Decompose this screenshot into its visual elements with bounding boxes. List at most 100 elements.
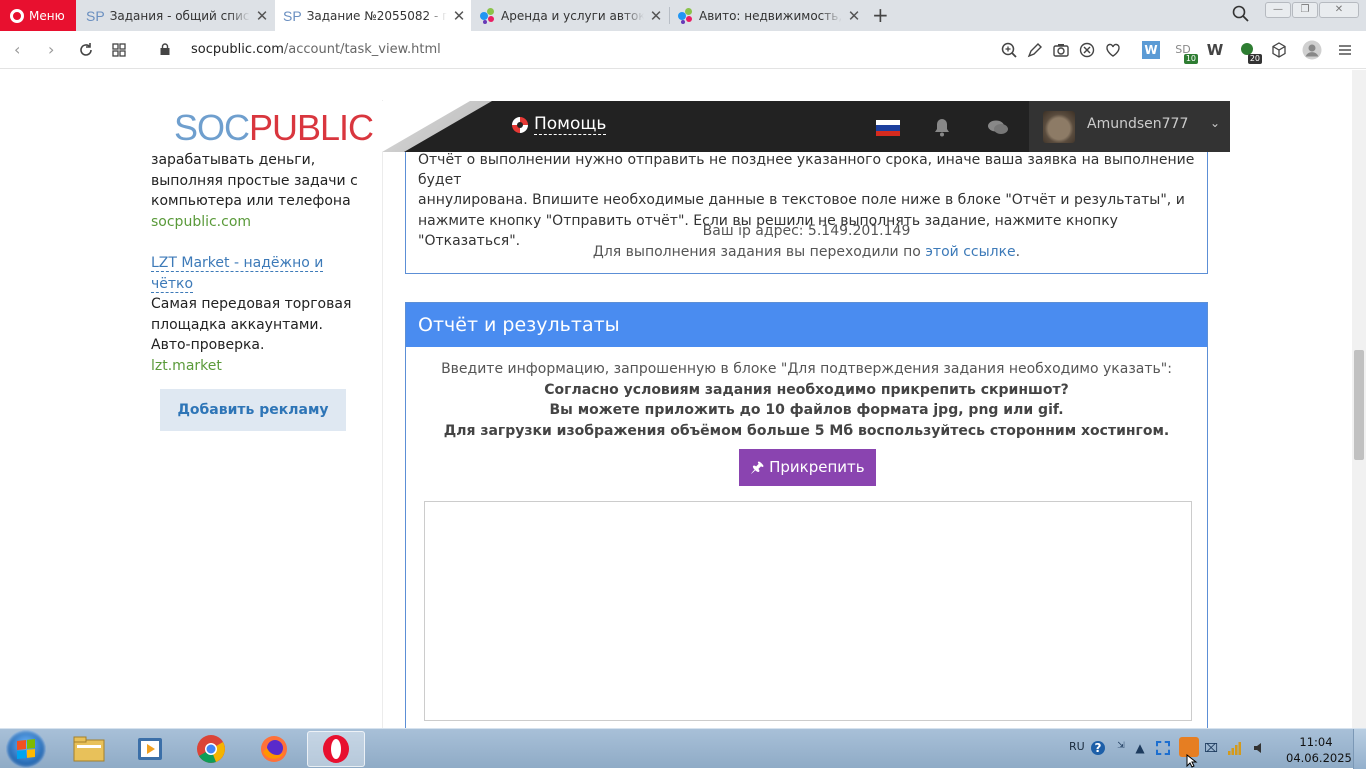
windows-taskbar: RU ? ⇲ ▲ ⌧ 11:04 04.06.2025 [0,728,1366,769]
tray-expand-chevron-icon[interactable]: ▲ [1133,741,1147,755]
extension-w-icon[interactable]: W [1206,41,1224,59]
tab-crane-rental[interactable]: Аренда и услуги автокран ✕ [472,0,668,31]
this-link[interactable]: этой ссылке [925,244,1015,260]
camera-snapshot-icon[interactable] [1052,41,1070,59]
chrome-taskbar-button[interactable] [182,731,240,767]
start-button[interactable] [6,730,46,768]
zoom-icon[interactable] [1000,41,1018,59]
new-tab-plus-icon[interactable]: + [872,3,889,27]
avito-favicon-icon [480,7,496,24]
tab-task-view[interactable]: SP Задание №2055082 - прос ✕ [275,0,471,31]
tab-tasks-list[interactable]: SP Задания - общий список з ✕ [78,0,274,31]
volume-speaker-icon[interactable] [1252,741,1266,755]
screenshot-tool-icon[interactable] [1156,741,1170,755]
clock-time: 11:04 [1299,735,1333,749]
adblock-icon[interactable] [1078,41,1096,59]
ad-title-link[interactable]: чётко [151,275,194,293]
heart-bookmark-icon[interactable] [1104,41,1122,59]
language-indicator[interactable]: RU [1069,740,1085,753]
extension-sd-icon[interactable]: SD 10 [1174,41,1198,64]
instruction-line: аннулирована. Впишите необходимые данные… [418,192,1185,209]
sidebar-ads: зарабатывать деньги, выполняя простые за… [151,150,361,376]
help-label: Помощь [534,114,607,135]
tab-title: Задание №2055082 - прос [306,8,447,23]
menu-label: Меню [29,8,65,23]
explorer-taskbar-button[interactable] [60,731,118,767]
back-arrow-icon[interactable]: ‹ [14,40,20,59]
username: Amundsen777 [1087,116,1189,132]
socpublic-favicon-icon: SP [283,7,302,24]
socpublic-logo[interactable]: SOCPUBLIC [174,107,374,148]
notifications-bell-icon[interactable] [933,117,951,137]
page-scrollbar[interactable] [1352,70,1366,728]
user-menu[interactable]: Amundsen777 ⌄ [1029,101,1230,152]
logo-public-text: PUBLIC [249,107,374,148]
screenshot-required-text: Согласно условиям задания необходимо при… [544,381,1069,398]
removable-device-icon[interactable]: ⌧ [1204,741,1218,755]
report-textarea[interactable] [424,501,1192,721]
extension-badge: 10 [1183,54,1198,64]
report-results-panel: Отчёт и результаты Введите информацию, з… [405,302,1208,728]
opera-menu-button[interactable]: Меню [0,0,76,31]
url-path: /account/task_view.html [283,42,441,57]
system-clock[interactable]: 11:04 04.06.2025 [1286,734,1352,766]
tab-avito[interactable]: Авито: недвижимость, тра ✕ [670,0,866,31]
opera-logo-icon [10,8,24,23]
tab-divider [669,7,670,24]
scrollbar-thumb[interactable] [1354,350,1364,460]
report-heading: Отчёт и результаты [406,303,1207,347]
add-advertisement-button[interactable]: Добавить рекламу [160,389,346,431]
cube-extension-icon[interactable] [1270,41,1288,59]
ad-domain-link[interactable]: socpublic.com [151,212,361,233]
ad-text-line: Авто-проверка. [151,337,265,353]
easy-setup-menu-icon[interactable] [1336,41,1354,59]
show-desktop-button[interactable] [1353,729,1366,769]
tab-title: Аренда и услуги автокран [501,8,644,23]
ad-text-line: выполняя простые задачи с [151,172,358,189]
url-field[interactable]: socpublic.com/account/task_view.html [191,42,441,57]
edit-share-icon[interactable] [1026,41,1044,59]
close-window-button[interactable]: ✕ [1319,2,1359,18]
visited-link-prefix: Для выполнения задания вы переходили по [592,244,926,260]
messages-chat-icon[interactable] [987,119,1009,137]
user-avatar [1043,111,1075,143]
folder-icon [73,736,105,762]
site-header: SOCPUBLIC Помощь Amundsen777 ⌄ [124,101,1230,152]
report-intro-text: Введите информацию, запрошенную в блоке … [441,361,1172,377]
tab-title: Авито: недвижимость, тра [699,8,842,23]
help-link[interactable]: Помощь [512,114,607,135]
extension-green-icon[interactable]: 20 [1238,41,1262,64]
speed-dial-grid-icon[interactable] [112,43,126,57]
ad-title-link[interactable]: LZT Market - надёжно и [151,255,324,272]
tab-close-icon[interactable]: ✕ [447,7,471,25]
word-extension-icon[interactable]: W [1142,41,1160,59]
russian-flag-icon[interactable] [876,120,900,137]
avito-favicon-icon [678,7,694,24]
tab-close-icon[interactable]: ✕ [250,7,274,25]
opera-taskbar-button[interactable] [307,731,365,767]
attach-button[interactable]: 🖈 Прикрепить [739,449,876,486]
forward-arrow-icon[interactable]: › [48,40,54,59]
profile-avatar-icon[interactable] [1302,40,1322,60]
firefox-icon [261,736,287,762]
lifebuoy-icon [512,116,528,133]
language-bar-options-icon[interactable]: ⇲ [1114,739,1128,753]
mouse-cursor-icon [1186,754,1198,768]
tab-search-icon[interactable] [1232,5,1250,23]
tab-close-icon[interactable]: ✕ [842,7,866,25]
help-question-icon[interactable]: ? [1091,741,1105,755]
maximize-window-button[interactable]: ❐ [1292,2,1318,18]
ad-domain-link[interactable]: lzt.market [151,356,361,377]
secure-lock-icon[interactable] [160,43,170,55]
network-signal-icon[interactable] [1228,741,1242,755]
file-size-hint-text: Для загрузки изображения объёмом больше … [443,422,1170,439]
logo-soc-text: SOC [174,107,250,148]
media-player-taskbar-button[interactable] [121,731,179,767]
ip-address-text: Ваш ip адрес: 5.149.201.149 [702,223,911,239]
reload-icon[interactable] [78,42,94,58]
minimize-window-button[interactable]: — [1265,2,1291,18]
tab-close-icon[interactable]: ✕ [644,7,668,25]
firefox-taskbar-button[interactable] [245,731,303,767]
clock-date: 04.06.2025 [1286,751,1352,765]
page-viewport: зарабатывать деньги, выполняя простые за… [0,70,1352,728]
